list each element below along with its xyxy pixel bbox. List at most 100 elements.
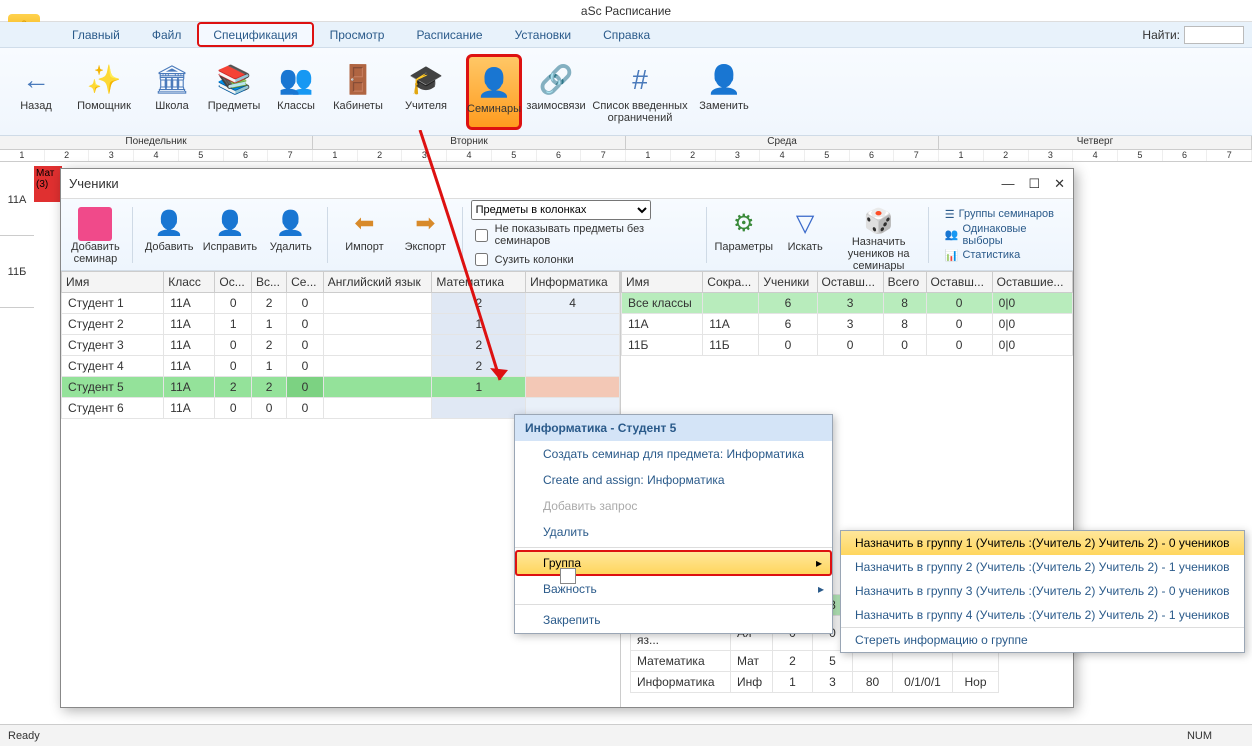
table-row[interactable]: Студент 511А2201: [62, 377, 620, 398]
ribbon-icon: 🔗: [536, 60, 576, 100]
col-header[interactable]: Вс...: [251, 272, 286, 293]
ribbon-заменить[interactable]: 👤Заменить: [696, 54, 752, 130]
toolbar-links: ☰Группы семинаров 👥Одинаковые выборы 📊Ст…: [945, 208, 1067, 262]
seminar-groups-link[interactable]: ☰Группы семинаров: [945, 208, 1067, 221]
ribbon-кабинеты[interactable]: 🚪Кабинеты: [330, 54, 386, 130]
ribbon-назад[interactable]: ←Назад: [8, 54, 64, 130]
menu-tab-спецификация[interactable]: Спецификация: [197, 22, 313, 47]
ctx-delete[interactable]: Удалить: [515, 519, 832, 545]
ribbon-классы[interactable]: 👥Классы: [268, 54, 324, 130]
ctx-create-assign[interactable]: Create and assign: Информатика: [515, 467, 832, 493]
ribbon-icon: 🚪: [338, 60, 378, 100]
col-header[interactable]: Информатика: [526, 272, 620, 293]
classes-table[interactable]: ИмяСокра...УченикиОставш...ВсегоОставш..…: [621, 271, 1073, 356]
export-button[interactable]: ➡Экспорт: [397, 203, 454, 267]
ribbon-семинары[interactable]: 👤Семинары: [466, 54, 522, 130]
subjects-in-columns-select[interactable]: Предметы в колонках: [471, 200, 651, 220]
edit-button[interactable]: 👤Исправить: [202, 203, 259, 267]
day-header: Четверг: [939, 136, 1252, 149]
menu-tab-справка[interactable]: Справка: [587, 22, 666, 47]
col-header[interactable]: Се...: [287, 272, 324, 293]
class-rows: 11А11Б: [0, 164, 34, 308]
ribbon-icon: ✨: [84, 60, 124, 100]
ribbon-школа[interactable]: 🏛Школа: [144, 54, 200, 130]
people-icon: 👥: [945, 228, 959, 241]
table-row[interactable]: ИнформатикаИнф13800/1/0/1Нор: [631, 672, 999, 693]
dialog-title: Ученики: [69, 176, 119, 191]
find-label: Найти:: [1142, 28, 1180, 42]
cell-focus-indicator: [560, 568, 576, 584]
ribbon-icon: 🎓: [406, 60, 446, 100]
lesson-chip-mat[interactable]: Мат (3): [34, 166, 62, 202]
table-row[interactable]: Студент 111А02024: [62, 293, 620, 314]
table-row[interactable]: МатематикаМат25: [631, 651, 999, 672]
table-row[interactable]: Студент 211А1101: [62, 314, 620, 335]
chevron-right-icon: ▸: [818, 582, 824, 596]
menu-tab-расписание[interactable]: Расписание: [400, 22, 498, 47]
params-button[interactable]: ⚙Параметры: [715, 203, 773, 267]
ribbon-icon: 👥: [276, 60, 316, 100]
find-input[interactable]: [1184, 26, 1244, 44]
day-header: Вторник: [313, 136, 626, 149]
menu-tab-файл[interactable]: Файл: [136, 22, 198, 47]
chevron-right-icon: ▸: [816, 556, 822, 570]
assign-button[interactable]: 🎲Назначить учеников на семинары: [838, 203, 920, 267]
import-button[interactable]: ⬅Импорт: [336, 203, 393, 267]
class-label[interactable]: 11Б: [0, 236, 34, 308]
submenu-item[interactable]: Назначить в группу 3 (Учитель :(Учитель …: [841, 579, 1244, 603]
submenu-item[interactable]: Назначить в группу 4 (Учитель :(Учитель …: [841, 603, 1244, 627]
ribbon-список-введенных-ограничений[interactable]: #Список введенных ограничений: [590, 54, 690, 130]
col-header[interactable]: Всего: [883, 272, 926, 293]
menu-tab-просмотр[interactable]: Просмотр: [314, 22, 401, 47]
col-header[interactable]: Ос...: [215, 272, 252, 293]
close-icon[interactable]: ✕: [1054, 176, 1065, 192]
ribbon-помощник[interactable]: ✨Помощник: [70, 54, 138, 130]
class-label[interactable]: 11А: [0, 164, 34, 236]
col-header[interactable]: Имя: [622, 272, 703, 293]
col-header[interactable]: Ученики: [759, 272, 817, 293]
narrow-columns-checkbox[interactable]: Сузить колонки: [471, 250, 698, 269]
table-row[interactable]: Студент 311А0202: [62, 335, 620, 356]
col-header[interactable]: Имя: [62, 272, 164, 293]
col-header[interactable]: Сокра...: [703, 272, 759, 293]
minimize-icon[interactable]: —: [1001, 176, 1014, 192]
col-header[interactable]: Математика: [432, 272, 526, 293]
search-button[interactable]: ▽Искать: [777, 203, 834, 267]
hide-no-seminar-checkbox[interactable]: Не показывать предметы без семинаров: [471, 223, 698, 247]
table-row[interactable]: 11А11А63800|0: [622, 314, 1073, 335]
ctx-create-seminar[interactable]: Создать семинар для предмета: Информатик…: [515, 441, 832, 467]
ribbon: ←Назад✨Помощник🏛Школа📚Предметы👥Классы🚪Ка…: [0, 48, 1252, 136]
statistics-link[interactable]: 📊Статистика: [945, 249, 1067, 262]
period-number-strip: 1234567123456712345671234567: [0, 150, 1252, 162]
col-header[interactable]: Класс: [164, 272, 215, 293]
col-header[interactable]: Оставшие...: [992, 272, 1072, 293]
submenu-item[interactable]: Назначить в группу 2 (Учитель :(Учитель …: [841, 555, 1244, 579]
ribbon-заимосвязи[interactable]: 🔗заимосвязи: [528, 54, 584, 130]
day-header-strip: ПонедельникВторникСредаЧетверг: [0, 136, 1252, 150]
ribbon-учителя[interactable]: 🎓Учителя: [392, 54, 460, 130]
col-header[interactable]: Английский язык: [323, 272, 432, 293]
maximize-icon[interactable]: ☐: [1028, 176, 1040, 192]
add-seminar-button[interactable]: Добавить семинар: [67, 203, 124, 267]
students-table[interactable]: ИмяКлассОс...Вс...Се...Английский языкМа…: [61, 271, 620, 419]
context-header: Информатика - Студент 5: [515, 415, 832, 441]
table-row[interactable]: Все классы63800|0: [622, 293, 1073, 314]
add-button[interactable]: 👤Добавить: [141, 203, 198, 267]
table-row[interactable]: 11Б11Б00000|0: [622, 335, 1073, 356]
ribbon-предметы[interactable]: 📚Предметы: [206, 54, 262, 130]
ctx-pin[interactable]: Закрепить: [515, 607, 832, 633]
submenu-item[interactable]: Стереть информацию о группе: [841, 628, 1244, 652]
same-choices-link[interactable]: 👥Одинаковые выборы: [945, 223, 1067, 247]
submenu-item[interactable]: Назначить в группу 1 (Учитель :(Учитель …: [841, 531, 1244, 555]
delete-button[interactable]: 👤Удалить: [262, 203, 319, 267]
ribbon-icon: #: [620, 60, 660, 100]
menu-tab-установки[interactable]: Установки: [499, 22, 587, 47]
menu-tab-главный[interactable]: Главный: [56, 22, 136, 47]
dialog-titlebar: Ученики — ☐ ✕: [61, 169, 1073, 199]
col-header[interactable]: Оставш...: [817, 272, 883, 293]
table-row[interactable]: Студент 411А0102: [62, 356, 620, 377]
col-header[interactable]: Оставш...: [926, 272, 992, 293]
list-icon: ☰: [945, 208, 955, 221]
ribbon-icon: 📚: [214, 60, 254, 100]
day-header: Среда: [626, 136, 939, 149]
